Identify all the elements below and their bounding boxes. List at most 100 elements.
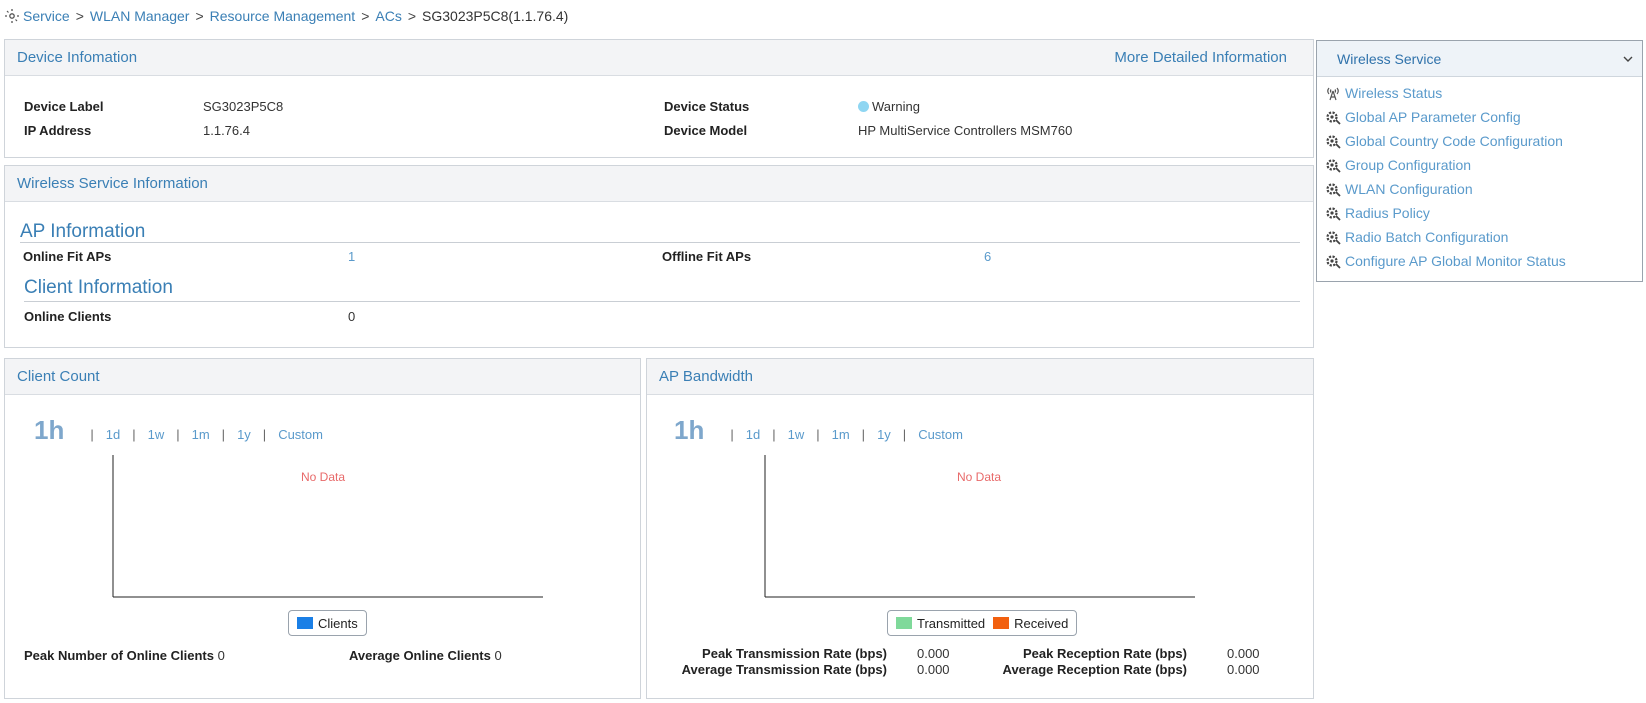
client-information-heading: Client Information [24,277,173,298]
wireless-info-title: Wireless Service Information [17,175,208,192]
peak-transmission-rate-key: Peak Transmission Rate (bps) [702,646,887,661]
ap-information-heading: AP Information [20,221,146,242]
range-option-1m[interactable]: 1m [832,427,850,442]
breadcrumb-current: SG3023P5C8(1.1.76.4) [422,8,569,24]
config-gear-icon [1326,255,1341,269]
breadcrumb-service[interactable]: Service [23,8,70,24]
range-option-1y[interactable]: 1y [877,427,891,442]
menu-item-radio-batch-configuration[interactable]: Radio Batch Configuration [1317,225,1642,249]
average-reception-rate-value: 0.000 [1227,662,1260,677]
config-gear-icon [1326,207,1341,221]
client-count-title: Client Count [17,368,100,385]
ap-bandwidth-header: AP Bandwidth [647,359,1313,395]
average-transmission-rate-value: 0.000 [917,662,950,677]
device-label-value: SG3023P5C8 [203,99,284,114]
menu-item-wireless-status[interactable]: Wireless Status [1317,81,1642,105]
range-separator: | [861,427,866,442]
online-clients-value: 0 [348,309,356,324]
menu-item-label: Group Configuration [1345,157,1472,173]
config-gear-icon [1326,111,1341,125]
more-detailed-info-link[interactable]: More Detailed Information [1114,49,1301,66]
legend-item-clients[interactable]: Clients [297,616,358,631]
ap-bandwidth-range-selector: 1h | 1d | 1w | 1m | 1y | Custom [674,415,963,446]
breadcrumb-acs[interactable]: ACs [375,8,401,24]
legend-label-received: Received [1014,615,1069,631]
breadcrumb-separator: > [407,8,417,24]
legend-label-transmitted: Transmitted [917,615,986,631]
menu-item-label: Global AP Parameter Config [1345,109,1521,125]
legend-swatch-clients [297,617,313,629]
range-selected-1h[interactable]: 1h [34,415,64,446]
average-online-clients-key: Average Online Clients [349,648,491,663]
wireless-service-menu-title: Wireless Service [1337,50,1442,67]
legend-item-received[interactable]: Received [993,616,1068,631]
client-count-panel: Client Count 1h | 1d | 1w | 1m | 1y | Cu… [4,358,641,699]
device-info-header: Device Infomation More Detailed Informat… [5,40,1313,76]
ap-bandwidth-panel: AP Bandwidth 1h | 1d | 1w | 1m | 1y | Cu… [646,358,1314,699]
peak-online-clients-key: Peak Number of Online Clients [24,648,214,663]
device-model-key: Device Model [664,123,748,138]
ap-bandwidth-legend: Transmitted Received [887,610,1078,636]
range-separator: | [221,427,226,442]
average-online-clients-value: 0 [494,648,502,663]
chevron-down-icon[interactable] [1622,53,1634,65]
menu-item-global-ap-parameter-config[interactable]: Global AP Parameter Config [1317,105,1642,129]
range-option-1d[interactable]: 1d [106,427,120,442]
range-option-1w[interactable]: 1w [148,427,165,442]
legend-item-transmitted[interactable]: Transmitted [896,616,985,631]
average-reception-rate-key: Average Reception Rate (bps) [1002,662,1187,677]
range-selected-1h[interactable]: 1h [674,415,704,446]
no-data-label: No Data [957,470,1001,484]
breadcrumb: Service > WLAN Manager > Resource Manage… [4,8,568,24]
status-indicator-icon [858,101,869,112]
wireless-service-info-panel: Wireless Service Information AP Informat… [4,165,1314,348]
wireless-info-header: Wireless Service Information [5,166,1313,202]
menu-item-radius-policy[interactable]: Radius Policy [1317,201,1642,225]
ap-bandwidth-chart: No Data [764,455,1195,598]
client-count-range-selector: 1h | 1d | 1w | 1m | 1y | Custom [34,415,323,446]
range-separator: | [262,427,267,442]
range-option-1d[interactable]: 1d [746,427,760,442]
range-option-1y[interactable]: 1y [237,427,251,442]
device-status-key: Device Status [664,99,750,114]
legend-swatch-received [993,617,1010,629]
peak-transmission-rate-value: 0.000 [917,646,950,661]
range-separator: | [90,427,94,442]
peak-reception-rate-value: 0.000 [1227,646,1260,661]
range-option-1w[interactable]: 1w [788,427,805,442]
menu-item-wlan-configuration[interactable]: WLAN Configuration [1317,177,1642,201]
breadcrumb-separator: > [361,8,370,24]
wireless-service-menu-header[interactable]: Wireless Service [1317,41,1642,77]
antenna-icon [1327,87,1339,101]
client-information-divider [24,301,1300,302]
legend-label-clients: Clients [318,615,358,631]
ip-address-key: IP Address [24,123,92,138]
menu-item-label: WLAN Configuration [1345,181,1473,197]
legend-swatch-transmitted [896,617,912,629]
menu-item-group-configuration[interactable]: Group Configuration [1317,153,1642,177]
breadcrumb-separator: > [75,8,84,24]
range-separator: | [772,427,776,442]
range-option-custom[interactable]: Custom [278,427,323,442]
online-clients-key: Online Clients [24,309,112,324]
offline-fit-aps-link[interactable]: 6 [984,249,991,264]
range-separator: | [730,427,734,442]
breadcrumb-resource-management[interactable]: Resource Management [210,8,356,24]
ap-bandwidth-title: AP Bandwidth [659,368,753,385]
menu-item-label: Global Country Code Configuration [1345,133,1563,149]
ap-information-divider [20,242,1300,243]
range-option-1m[interactable]: 1m [192,427,210,442]
device-info-panel: Device Infomation More Detailed Informat… [4,39,1314,158]
range-option-custom[interactable]: Custom [918,427,963,442]
menu-item-label: Radio Batch Configuration [1345,229,1509,245]
menu-item-label: Configure AP Global Monitor Status [1345,253,1566,269]
offline-fit-aps-key: Offline Fit APs [662,249,752,264]
config-gear-icon [1326,231,1341,245]
breadcrumb-wlan-manager[interactable]: WLAN Manager [90,8,190,24]
menu-item-configure-ap-global-monitor-status[interactable]: Configure AP Global Monitor Status [1317,249,1642,273]
device-label-key: Device Label [24,99,104,114]
menu-item-global-country-code-configuration[interactable]: Global Country Code Configuration [1317,129,1642,153]
average-transmission-rate-key: Average Transmission Rate (bps) [681,662,887,677]
online-fit-aps-link[interactable]: 1 [348,249,355,264]
device-model-value: HP MultiService Controllers MSM760 [858,123,1073,138]
